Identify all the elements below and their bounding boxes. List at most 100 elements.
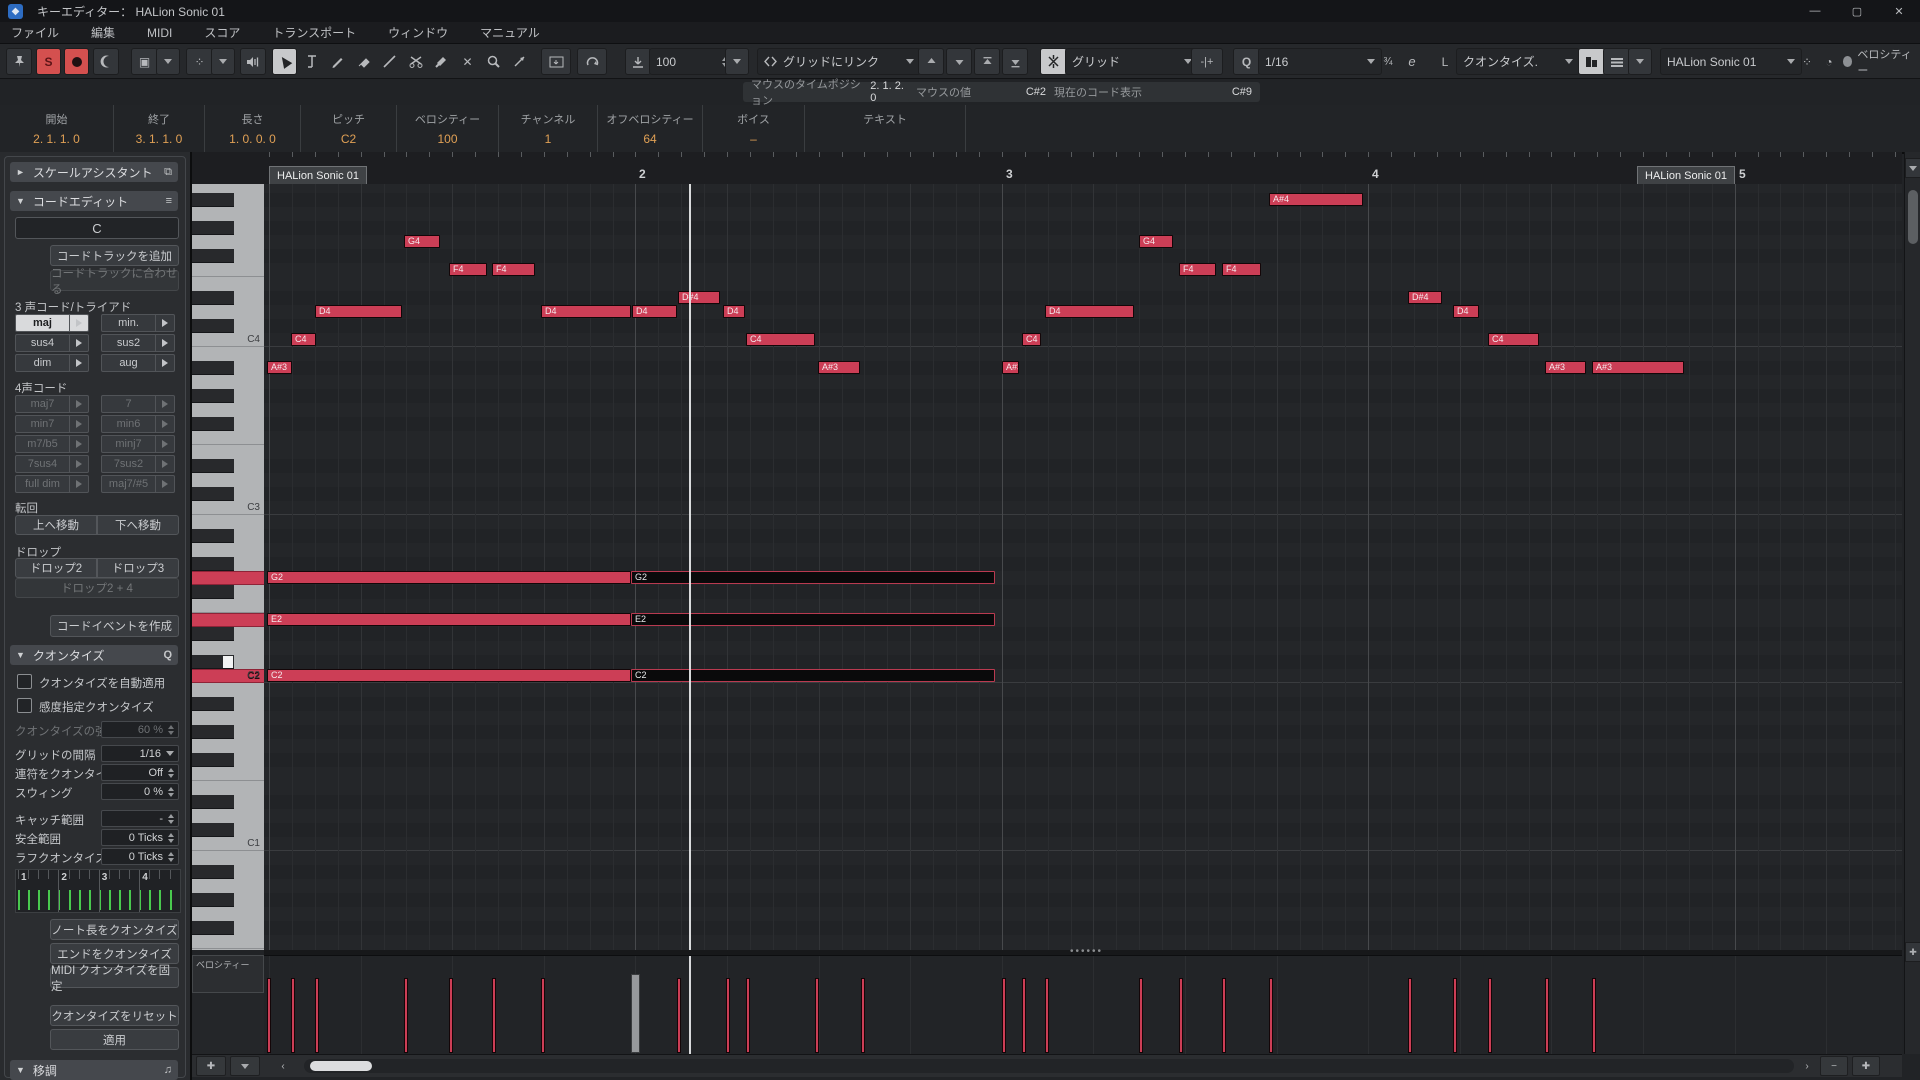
draw-tool[interactable] [325, 48, 350, 75]
vertical-scrollbar[interactable]: ✚ [1904, 152, 1920, 1054]
info-field-2[interactable]: 長さ1. 0. 0. 0 [205, 105, 301, 152]
black-key-F#3[interactable] [192, 417, 234, 431]
midi-note-C2[interactable]: C2 [267, 669, 631, 682]
auto-scroll-button[interactable] [541, 48, 571, 75]
midi-note-A#3[interactable]: A#3 [1592, 361, 1684, 374]
horizontal-scroll-thumb[interactable] [310, 1061, 372, 1071]
display-options-dropdown[interactable] [156, 48, 180, 75]
midi-note-A#3[interactable]: A#3 [818, 361, 860, 374]
black-key-F#4[interactable] [192, 249, 234, 263]
scroll-left-button[interactable]: ‹ [274, 1056, 292, 1076]
quantize-preset-dropdown[interactable]: 1/16 [1258, 48, 1382, 75]
mute-tool[interactable]: ✕ [455, 48, 480, 75]
snap-on-off-button[interactable] [1040, 48, 1067, 75]
record-in-editor-button[interactable] [64, 48, 89, 75]
velocity-bar[interactable] [815, 978, 819, 1053]
velocity-bar[interactable] [541, 978, 545, 1053]
info-field-8[interactable]: テキスト [805, 105, 966, 152]
chord-button-fulldim[interactable]: full dim [15, 475, 89, 493]
part-editing-mode-button[interactable] [1578, 48, 1605, 75]
quantize-button-0[interactable]: ノート長をクオンタイズ [50, 919, 179, 940]
quantize-row-field-3[interactable]: - [101, 810, 179, 827]
black-key-G#0[interactable] [192, 893, 234, 907]
black-key-G#1[interactable] [192, 725, 234, 739]
midi-note-D4[interactable]: D4 [723, 305, 745, 318]
chord-button-min7[interactable]: min7 [15, 415, 89, 433]
insert-velocity-icon[interactable] [625, 48, 651, 75]
chord-flag-icon[interactable] [69, 355, 88, 371]
pressed-key-G2[interactable] [192, 571, 264, 585]
part-label-end[interactable]: HALion Sonic 01 [1637, 166, 1735, 184]
black-key-F#1[interactable] [192, 753, 234, 767]
midi-note-C4[interactable]: C4 [1488, 333, 1539, 346]
time-warp-tool[interactable] [507, 48, 532, 75]
status-box-2[interactable]: 現在のコード表示C#9 [1046, 82, 1260, 102]
midi-note-G2[interactable]: G2 [267, 571, 631, 584]
chord-button-m7b5[interactable]: m7/b5 [15, 435, 89, 453]
menu-item-0[interactable]: ファイル [0, 24, 80, 41]
chord-button-min[interactable]: min. [101, 314, 175, 332]
part-list-dropdown[interactable] [1628, 48, 1652, 75]
velocity-bar[interactable] [291, 978, 295, 1053]
piano-keyboard[interactable]: C2C4C3C2C1 [192, 184, 265, 950]
object-selection-tool[interactable] [272, 48, 297, 75]
chord-flag-icon[interactable] [155, 436, 174, 452]
velocity-bar[interactable] [1453, 978, 1457, 1053]
scroll-up-button[interactable] [1905, 158, 1920, 178]
iterative-quantize-checkbox[interactable] [17, 698, 32, 713]
velocity-bar[interactable] [1022, 978, 1026, 1053]
chord-flag-icon[interactable] [69, 436, 88, 452]
minimize-button[interactable]: — [1794, 0, 1836, 22]
midi-note-D4[interactable]: D4 [632, 305, 677, 318]
black-key-D#1[interactable] [192, 795, 234, 809]
chord-button-dim[interactable]: dim [15, 354, 89, 372]
midi-note-G4[interactable]: G4 [1139, 235, 1173, 248]
midi-note-D#4[interactable]: D#4 [1408, 291, 1442, 304]
match-chord-track-button[interactable]: コードトラックに合わせる [50, 270, 179, 291]
velocity-bar[interactable] [315, 978, 319, 1053]
midi-note-A#3[interactable]: A#3 [1545, 361, 1586, 374]
quantize-button2-0[interactable]: クオンタイズをリセット [50, 1005, 179, 1026]
midi-note-C4[interactable]: C4 [291, 333, 316, 346]
midi-note-C2[interactable]: C2 [631, 669, 995, 682]
move-down-inversion-button[interactable]: 下へ移動 [97, 515, 179, 535]
insert-velocity-field[interactable]: 100 [649, 48, 735, 75]
track-selector-dropdown[interactable]: HALion Sonic 01 [1660, 48, 1802, 75]
chord-flag-icon[interactable] [69, 456, 88, 472]
midi-note-A#4[interactable]: A#4 [1269, 193, 1363, 206]
info-field-1[interactable]: 終了3. 1. 1. 0 [114, 105, 205, 152]
move-up-button[interactable] [918, 48, 944, 75]
velocity-bar[interactable] [677, 978, 681, 1053]
black-key-A#4[interactable] [192, 193, 234, 207]
black-key-D#3[interactable] [192, 459, 234, 473]
create-chord-event-button[interactable]: コードイベントを作成 [50, 615, 179, 637]
midi-note-E2[interactable]: E2 [631, 613, 995, 626]
chord-flag-icon[interactable] [155, 416, 174, 432]
midi-note-G4[interactable]: G4 [404, 235, 440, 248]
chord-button-aug[interactable]: aug [101, 354, 175, 372]
erase-tool[interactable] [351, 48, 376, 75]
midi-note-D4[interactable]: D4 [541, 305, 631, 318]
move-down-button[interactable] [946, 48, 972, 75]
chord-button-7[interactable]: 7 [101, 395, 175, 413]
split-tool[interactable] [403, 48, 428, 75]
velocity-bar[interactable] [449, 978, 453, 1053]
vertical-zoom-in-button[interactable]: ✚ [1905, 942, 1920, 962]
insert-velocity-dropdown[interactable] [725, 48, 749, 75]
quantize-row-field-0[interactable]: 1/16 [101, 745, 179, 762]
chord-button-minj7[interactable]: minj7 [101, 435, 175, 453]
info-field-0[interactable]: 開始2. 1. 1. 0 [0, 105, 114, 152]
velocity-bar[interactable] [1408, 978, 1412, 1053]
move-top-button[interactable] [974, 48, 1000, 75]
timeline-ruler[interactable]: 2345HALion Sonic 01HALion Sonic 01 [192, 152, 1902, 185]
status-box-0[interactable]: マウスのタイムポジション2. 1. 2. 0 [743, 82, 917, 102]
midi-note-C4[interactable]: C4 [746, 333, 815, 346]
midi-note-G2[interactable]: G2 [631, 571, 995, 584]
chord-flag-icon[interactable] [155, 355, 174, 371]
velocity-bar-selected[interactable] [631, 974, 640, 1053]
quantize-row-field-4[interactable]: 0 Ticks [101, 829, 179, 846]
black-key-C#1[interactable] [192, 823, 234, 837]
info-field-7[interactable]: ボイス– [703, 105, 805, 152]
drop3-button[interactable]: ドロップ3 [97, 558, 179, 578]
menu-item-1[interactable]: 編集 [80, 24, 136, 41]
